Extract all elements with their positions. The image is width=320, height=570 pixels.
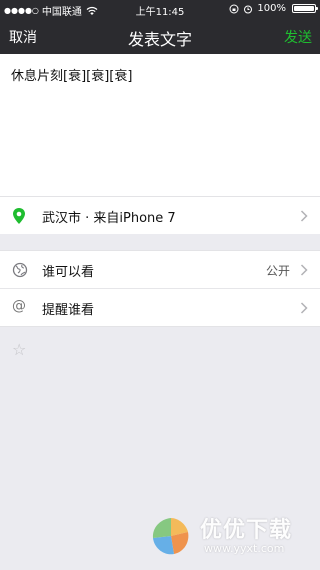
watermark: 优优下载 www.yyxt.com: [148, 512, 308, 560]
alarm-icon: [244, 5, 253, 13]
compose-area[interactable]: 休息片刻[衰][衰][衰]: [0, 54, 320, 196]
visibility-value: 公开: [265, 264, 290, 278]
watermark-title: 优优下载: [200, 518, 293, 543]
page-title: 发表文字: [127, 30, 192, 49]
star-icon[interactable]: ☆: [12, 340, 26, 359]
chevron-right-icon: [300, 264, 308, 276]
status-bar: ●●●●○ 中国联通 上午11:45 100%: [0, 0, 320, 18]
send-button[interactable]: 发送: [284, 27, 312, 47]
remind-who-row[interactable]: @ 提醒谁看: [0, 288, 320, 327]
location-label: 武汉市 · 来自iPhone 7: [42, 211, 176, 226]
watermark-logo-icon: [152, 518, 189, 555]
chevron-right-icon: [300, 302, 308, 314]
chevron-right-icon: [300, 210, 308, 222]
navigation-bar: 取消 发表文字 发送: [0, 18, 320, 54]
battery-percent: 100%: [257, 3, 286, 14]
globe-icon: [12, 262, 28, 278]
at-icon: @: [12, 298, 26, 314]
post-text[interactable]: 休息片刻[衰][衰][衰]: [11, 65, 132, 84]
status-right: 100%: [229, 3, 318, 14]
who-can-see-label: 谁可以看: [42, 265, 95, 280]
remind-who-label: 提醒谁看: [42, 303, 95, 318]
location-row[interactable]: 武汉市 · 来自iPhone 7: [0, 196, 320, 234]
who-can-see-row[interactable]: 谁可以看 公开: [0, 250, 320, 288]
watermark-url: www.yyxt.com: [204, 542, 285, 555]
rotation-lock-icon: [229, 4, 239, 13]
location-pin-icon: [13, 208, 25, 224]
battery-icon: [292, 4, 318, 13]
